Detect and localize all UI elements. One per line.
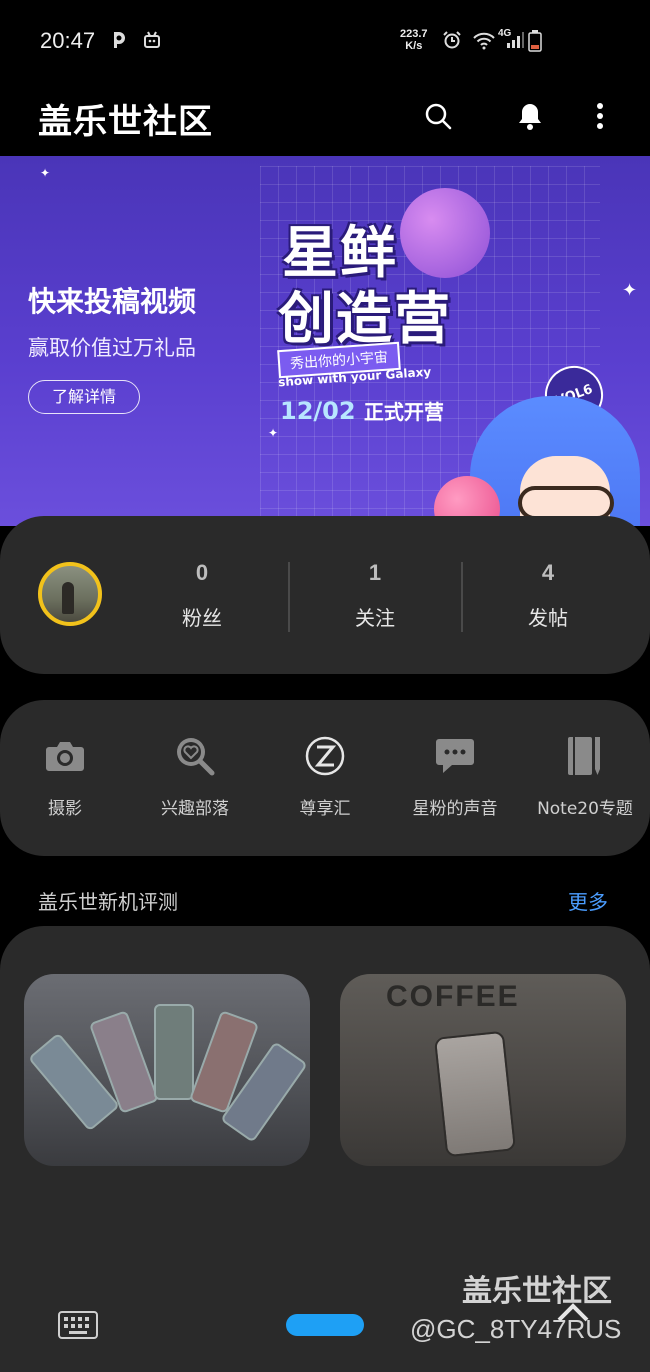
avatar[interactable] [38, 562, 102, 626]
shortcut-label: 摄影 [48, 799, 82, 819]
notebook-pen-icon [563, 734, 607, 778]
banner-date-suffix: 正式开营 [363, 400, 444, 424]
banner-subline: 赢取价值过万礼品 [28, 336, 196, 360]
avatar-photo-figure [62, 582, 74, 614]
status-bar: 20:47 223.7 K/s 4G [0, 0, 650, 80]
keyboard-button[interactable] [58, 1310, 98, 1340]
chat-bubble-icon [433, 734, 477, 778]
banner-details-button[interactable]: 了解详情 [28, 380, 140, 414]
bell-icon [519, 104, 541, 130]
net-speed-unit: K/s [405, 40, 423, 52]
scroll-top-button[interactable] [555, 1300, 591, 1324]
stat-value: 4 [541, 560, 555, 585]
alarm-icon [442, 30, 462, 50]
shortcut-label: 星粉的声音 [412, 799, 498, 819]
shortcut-photography[interactable]: 摄影 [0, 734, 130, 819]
banner-art-title-2: 创造营 [278, 287, 452, 352]
more-options-button[interactable] [578, 94, 622, 138]
review-thumbnail[interactable] [24, 974, 310, 1166]
shortcut-premium-club[interactable]: 尊享汇 [260, 734, 390, 819]
shortcuts-card: 摄影 兴趣部落 尊享汇 星粉的声音 Note20专题 [0, 700, 650, 856]
stat-followers[interactable]: 0 粉丝 [116, 560, 288, 631]
wifi-icon [472, 30, 496, 50]
net-speed: 223.7 K/s [400, 28, 428, 52]
battery-icon [528, 30, 542, 52]
keyboard-icon [58, 1311, 98, 1339]
promo-banner[interactable]: ✦ ✦ ✦ 快来投稿视频 赢取价值过万礼品 了解详情 星鲜 创造营 秀出你的小宇… [0, 156, 650, 526]
star-decoration: ✦ [622, 280, 638, 301]
shortcut-fan-voices[interactable]: 星粉的声音 [390, 734, 520, 819]
review-thumbnail[interactable]: COFFEE [340, 974, 626, 1166]
banner-art-date: 12/02 正式开营 [280, 396, 444, 425]
status-time: 20:47 [40, 28, 96, 53]
coffee-sign: COFFEE [386, 980, 520, 1013]
search-button[interactable] [416, 94, 460, 138]
app-header: 盖乐世社区 [0, 80, 650, 156]
net-speed-value: 223.7 [400, 28, 428, 40]
shortcut-note20-topic[interactable]: Note20专题 [520, 734, 650, 819]
shortcut-label: 尊享汇 [299, 799, 351, 819]
more-vertical-icon [597, 103, 603, 129]
stat-posts[interactable]: 4 发帖 [462, 560, 634, 631]
search-icon [425, 103, 452, 130]
banner-date-value: 12/02 [280, 397, 356, 425]
phone-image [154, 1004, 194, 1100]
shortcut-label: Note20专题 [537, 799, 633, 819]
notification-app-icon [110, 30, 130, 50]
stat-following[interactable]: 1 关注 [289, 560, 461, 631]
app-title: 盖乐世社区 [38, 102, 213, 142]
shortcut-label: 兴趣部落 [161, 799, 229, 819]
planet-decoration [400, 188, 490, 278]
chevron-up-icon [557, 1303, 589, 1322]
stat-label: 粉丝 [182, 606, 222, 630]
shortcut-interest-tribe[interactable]: 兴趣部落 [130, 734, 260, 819]
star-decoration: ✦ [268, 426, 279, 440]
camera-icon [43, 734, 87, 778]
character-glasses [518, 486, 614, 520]
stat-label: 关注 [355, 606, 395, 630]
star-decoration: ✦ [40, 166, 51, 180]
stat-value: 0 [195, 560, 209, 585]
reviews-section-title: 盖乐世新机评测 [38, 890, 178, 914]
signal-icon [505, 30, 525, 50]
phone-image [433, 1030, 517, 1158]
android-icon [142, 30, 162, 50]
stat-label: 发帖 [528, 606, 568, 630]
banner-headline: 快来投稿视频 [28, 285, 197, 318]
stat-value: 1 [368, 560, 382, 585]
reviews-more-link[interactable]: 更多 [568, 886, 608, 915]
profile-card: 0 粉丝 1 关注 4 发帖 [0, 516, 650, 674]
home-gesture-pill[interactable] [286, 1314, 364, 1336]
z-logo-icon [303, 734, 347, 778]
notifications-button[interactable] [508, 94, 552, 138]
heart-search-icon [173, 734, 217, 778]
